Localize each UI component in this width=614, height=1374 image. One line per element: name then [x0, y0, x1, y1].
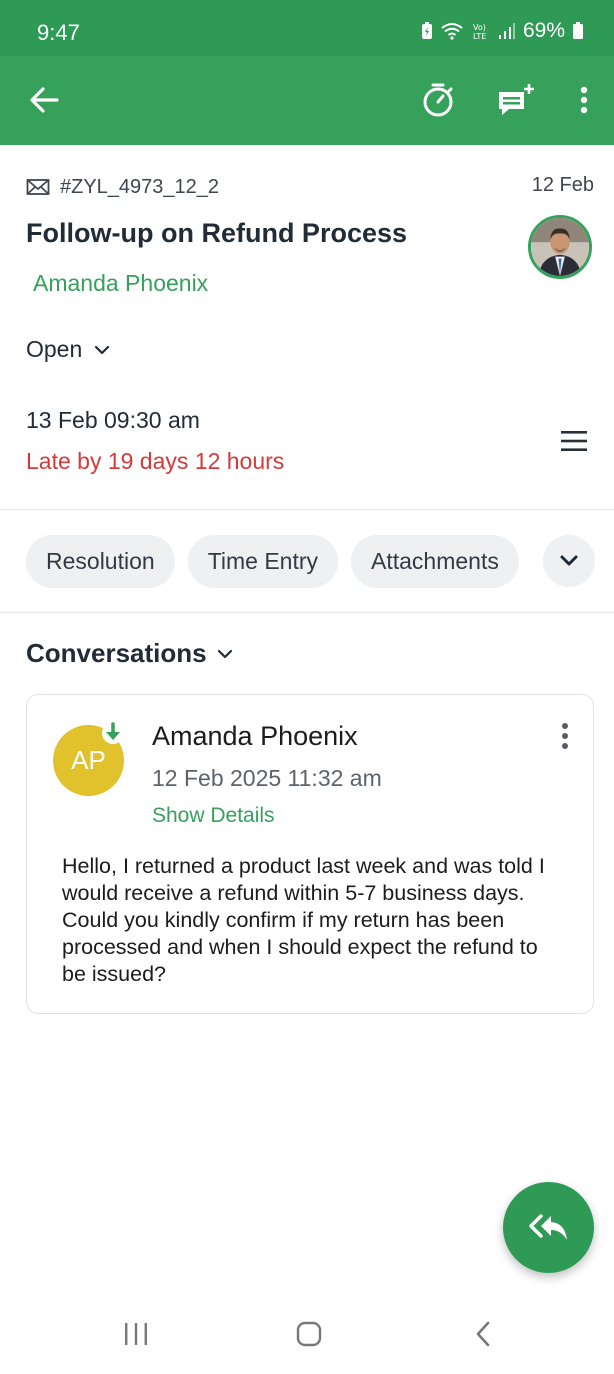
system-nav-bar — [0, 1296, 614, 1374]
sender-name: Amanda Phoenix — [152, 721, 358, 751]
sent-time: 12 Feb 2025 11:32 am — [152, 765, 382, 791]
tab-resolution[interactable]: Resolution — [26, 535, 175, 588]
more-vertical-icon — [580, 86, 588, 114]
reply-all-button[interactable] — [503, 1182, 594, 1273]
home-icon — [296, 1321, 322, 1347]
properties-menu-button[interactable] — [558, 428, 590, 454]
incoming-arrow-icon — [102, 722, 124, 744]
recent-apps-icon — [125, 1323, 147, 1345]
volte-icon: Vo)LTE — [473, 23, 486, 41]
email-icon — [26, 179, 50, 195]
conversations-filter[interactable]: Conversations — [26, 638, 233, 669]
more-vertical-icon — [562, 723, 568, 749]
back-button[interactable] — [22, 78, 66, 122]
chevron-down-icon — [217, 649, 232, 658]
show-details-link[interactable]: Show Details — [152, 804, 275, 828]
overdue-text: Late by 19 days 12 hours — [26, 448, 285, 474]
add-comment-icon — [499, 84, 534, 115]
status-icons: Vo) LTE 69% — [421, 19, 584, 43]
status-dropdown[interactable]: Open — [26, 336, 110, 363]
ticket-subject: Follow-up on Refund Process — [26, 218, 408, 248]
wifi-icon — [441, 23, 463, 40]
back-icon — [476, 1321, 490, 1347]
contact-name-link[interactable]: Amanda Phoenix — [33, 270, 208, 297]
app-bar — [0, 56, 614, 145]
ticket-tabs: Resolution Time Entry Attachments — [26, 535, 534, 588]
system-back-button[interactable] — [463, 1316, 503, 1352]
hamburger-menu-icon — [561, 431, 587, 451]
battery-percent: 69% — [522, 19, 565, 42]
chevron-down-icon — [560, 555, 578, 566]
divider — [0, 509, 614, 510]
add-comment-button[interactable] — [494, 78, 538, 122]
ticket-date: 12 Feb — [531, 174, 594, 196]
due-date[interactable]: 13 Feb 09:30 am — [26, 407, 200, 434]
conversation-card[interactable]: AP Amanda Phoenix 12 Feb 2025 11:32 am S… — [26, 694, 594, 1014]
svg-text:Vo): Vo) — [473, 23, 486, 32]
ticket-id: #ZYL_4973_12_2 — [60, 175, 220, 198]
status-time: 9:47 — [37, 20, 80, 45]
more-tabs-button[interactable] — [543, 535, 595, 587]
ticket-id-row: #ZYL_4973_12_2 — [26, 174, 596, 200]
status-bar: 9:47 Vo) LTE 69% — [0, 0, 614, 56]
svg-text:LTE: LTE — [473, 32, 486, 41]
battery-icon — [573, 22, 583, 39]
agent-avatar[interactable] — [528, 215, 592, 279]
more-options-button[interactable] — [562, 78, 606, 122]
signal-icon — [498, 23, 515, 39]
recent-apps-button[interactable] — [116, 1316, 156, 1352]
tab-attachments[interactable]: Attachments — [351, 535, 519, 588]
message-body: Hello, I returned a product last week an… — [62, 854, 545, 986]
timer-button[interactable] — [416, 78, 460, 122]
divider — [0, 612, 614, 613]
back-arrow-icon — [30, 87, 59, 113]
conversation-more-button[interactable] — [553, 721, 577, 751]
home-button[interactable] — [289, 1316, 329, 1352]
status-value: Open — [26, 336, 83, 362]
timer-icon — [423, 83, 453, 117]
chevron-down-icon — [95, 345, 110, 354]
reply-all-icon — [528, 1213, 567, 1240]
conversations-heading: Conversations — [26, 638, 207, 668]
ticket-header: #ZYL_4973_12_2 12 Feb Follow-up on Refun… — [26, 174, 596, 296]
agent-photo — [531, 218, 589, 276]
battery-saver-icon — [421, 22, 432, 39]
tab-time-entry[interactable]: Time Entry — [187, 535, 339, 588]
